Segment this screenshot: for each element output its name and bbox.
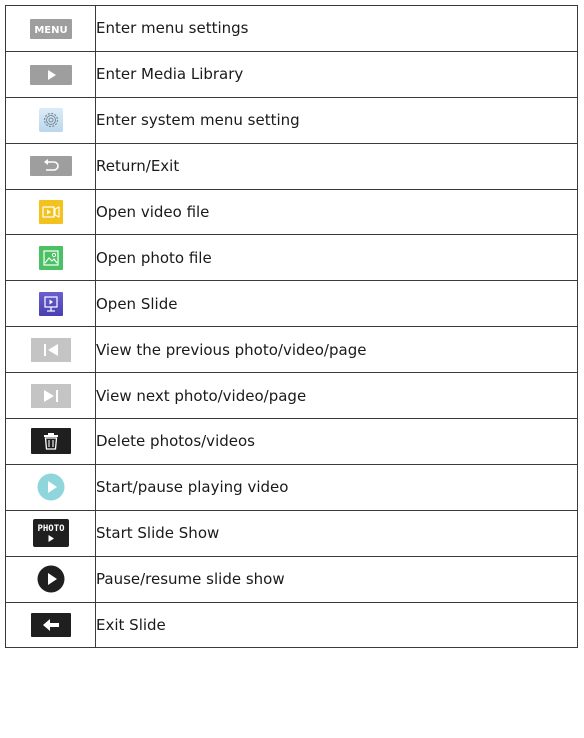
previous-icon <box>30 337 71 362</box>
table-row: Pause/resume slide show <box>5 555 578 603</box>
table-row: Open Slide <box>5 280 578 328</box>
row-description: Enter system menu setting <box>95 96 578 144</box>
row-description: Start/pause playing video <box>95 463 578 511</box>
row-description: Open video file <box>95 188 578 236</box>
icon-reference-table: MENU Enter menu settings Enter Media Lib… <box>5 5 578 649</box>
row-description: Enter menu settings <box>95 5 578 52</box>
play-circle-icon <box>37 473 65 501</box>
row-description: Pause/resume slide show <box>95 555 578 603</box>
table-row: View the previous photo/video/page <box>5 326 578 374</box>
photo-slideshow-icon: PHOTO <box>32 519 69 548</box>
menu-key-icon: MENU <box>29 18 72 39</box>
row-description: Exit Slide <box>95 601 578 649</box>
table-row: Start/pause playing video <box>5 463 578 511</box>
row-description: Return/Exit <box>95 142 578 190</box>
row-description: Open photo file <box>95 234 578 282</box>
table-row: Enter system menu setting <box>5 96 578 144</box>
table-row: Open video file <box>5 188 578 236</box>
table-row: Open photo file <box>5 234 578 282</box>
next-icon <box>30 383 71 408</box>
row-description: Delete photos/videos <box>95 418 578 465</box>
video-file-icon <box>38 200 63 224</box>
photo-label: PHOTO <box>37 524 65 534</box>
table-row: Return/Exit <box>5 142 578 190</box>
gear-icon <box>38 108 63 133</box>
row-description: View next photo/video/page <box>95 372 578 420</box>
table-row: Enter Media Library <box>5 50 578 98</box>
pause-resume-icon <box>37 565 65 593</box>
table-row: Delete photos/videos <box>5 418 578 465</box>
table-row: MENU Enter menu settings <box>5 5 578 52</box>
menu-key-label: MENU <box>34 25 67 36</box>
table-row: Exit Slide <box>5 601 578 649</box>
row-description: Open Slide <box>95 280 578 328</box>
trash-icon <box>30 428 71 455</box>
table-row: View next photo/video/page <box>5 372 578 420</box>
row-description: View the previous photo/video/page <box>95 326 578 374</box>
photo-file-icon <box>38 245 63 270</box>
return-icon <box>29 156 72 177</box>
row-description: Start Slide Show <box>95 509 578 557</box>
table-row: PHOTO Start Slide Show <box>5 509 578 557</box>
exit-slide-icon <box>30 613 71 638</box>
slide-icon <box>38 291 63 316</box>
play-arrow-icon <box>29 64 72 85</box>
row-description: Enter Media Library <box>95 50 578 98</box>
